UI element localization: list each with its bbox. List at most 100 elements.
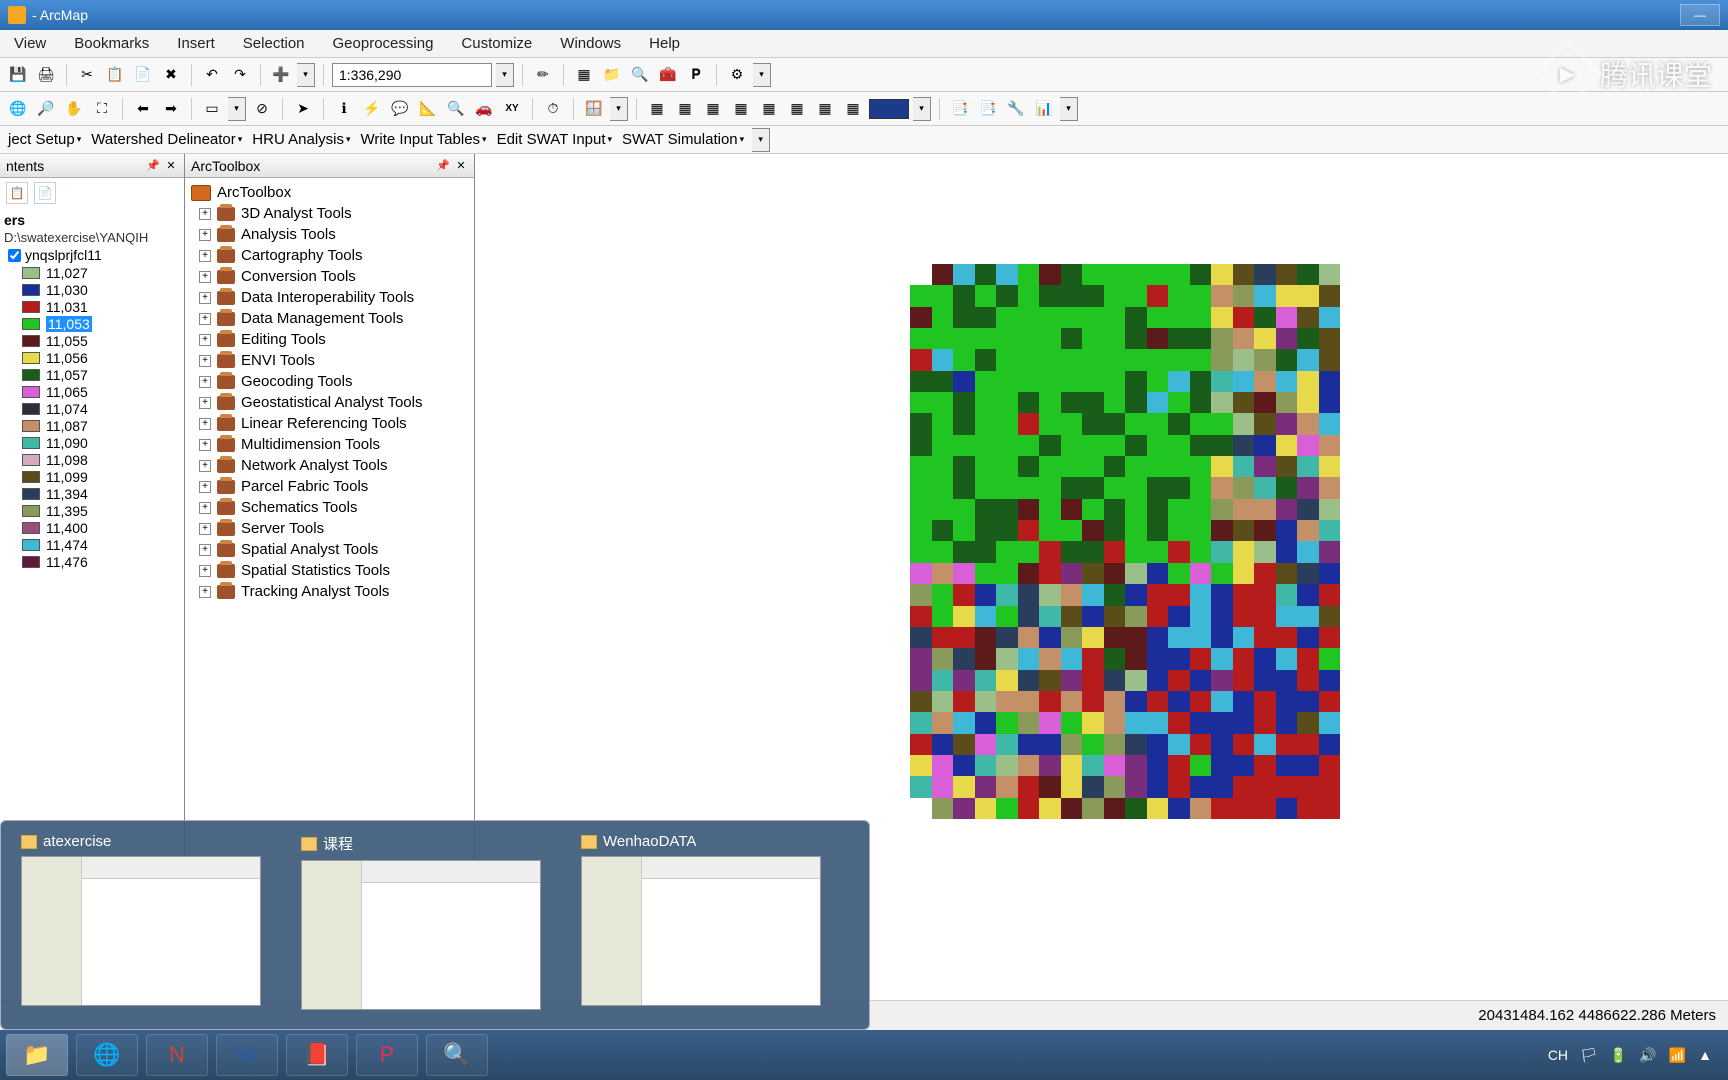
editor-btn-7[interactable]: ▦: [813, 97, 837, 121]
minimize-button[interactable]: —: [1680, 4, 1720, 26]
swat-edit-input[interactable]: Edit SWAT Input▾: [495, 129, 614, 150]
chevron-up-icon[interactable]: ▲: [1698, 1047, 1712, 1063]
toolbox-item[interactable]: +Geostatistical Analyst Tools: [187, 392, 472, 413]
legend-item[interactable]: 11,090: [22, 435, 180, 451]
expand-icon[interactable]: +: [199, 439, 211, 451]
expand-icon[interactable]: +: [199, 355, 211, 367]
legend-item[interactable]: 11,476: [22, 554, 180, 570]
pin-icon[interactable]: 📌: [436, 159, 450, 173]
powerpoint-icon[interactable]: P: [356, 1034, 418, 1076]
legend-item[interactable]: 11,099: [22, 469, 180, 485]
expand-icon[interactable]: +: [199, 334, 211, 346]
expand-icon[interactable]: +: [199, 460, 211, 472]
swat-write-input-tables[interactable]: Write Input Tables▾: [359, 129, 489, 150]
layer-row[interactable]: ynqslprjfcl11: [8, 247, 180, 263]
cut-button[interactable]: [75, 63, 99, 87]
menu-windows[interactable]: Windows: [556, 33, 625, 54]
menu-help[interactable]: Help: [645, 33, 684, 54]
editor-btn-1[interactable]: ▦: [645, 97, 669, 121]
toolbox-item[interactable]: +Spatial Statistics Tools: [187, 560, 472, 581]
model-builder-button[interactable]: ⚙: [725, 63, 749, 87]
toolbox-item[interactable]: +Cartography Tools: [187, 245, 472, 266]
print-button[interactable]: [34, 63, 58, 87]
expand-icon[interactable]: +: [199, 271, 211, 283]
add-data-button[interactable]: [269, 63, 293, 87]
georef-btn-3[interactable]: 🔧: [1004, 97, 1028, 121]
pdf-icon[interactable]: 📕: [286, 1034, 348, 1076]
delete-button[interactable]: [159, 63, 183, 87]
editor-btn-2[interactable]: ▦: [673, 97, 697, 121]
legend-item[interactable]: 11,474: [22, 537, 180, 553]
zoom-in-button[interactable]: [6, 97, 30, 121]
toolbox-item[interactable]: +Data Interoperability Tools: [187, 287, 472, 308]
redo-button[interactable]: [228, 63, 252, 87]
measure-button[interactable]: [416, 97, 440, 121]
expand-icon[interactable]: +: [199, 523, 211, 535]
editor-btn-4[interactable]: ▦: [729, 97, 753, 121]
layers-root[interactable]: ers: [4, 212, 180, 228]
scale-dropdown[interactable]: ▾: [496, 63, 514, 87]
toolbox-item[interactable]: +Server Tools: [187, 518, 472, 539]
legend-item[interactable]: 11,031: [22, 299, 180, 315]
georef-btn-1[interactable]: 📑: [948, 97, 972, 121]
action-center-icon[interactable]: 🏳: [1580, 1047, 1598, 1064]
menu-customize[interactable]: Customize: [457, 33, 536, 54]
expand-icon[interactable]: +: [199, 565, 211, 577]
catalog-button[interactable]: [600, 63, 624, 87]
find-route-button[interactable]: 🚗: [472, 97, 496, 121]
volume-icon[interactable]: 🔊: [1639, 1047, 1656, 1064]
scale-input[interactable]: 1:336,290: [332, 63, 492, 87]
toolbox-item[interactable]: +Geocoding Tools: [187, 371, 472, 392]
onenote-icon[interactable]: N: [146, 1034, 208, 1076]
expand-icon[interactable]: +: [199, 229, 211, 241]
layer-visibility-checkbox[interactable]: [8, 249, 21, 262]
legend-item[interactable]: 11,065: [22, 384, 180, 400]
toolbox-item[interactable]: +Parcel Fabric Tools: [187, 476, 472, 497]
time-slider-button[interactable]: ⏱: [541, 97, 565, 121]
menu-insert[interactable]: Insert: [173, 33, 219, 54]
pin-icon[interactable]: 📌: [146, 159, 160, 173]
georef-dropdown[interactable]: ▾: [1060, 97, 1078, 121]
legend-item[interactable]: 11,394: [22, 486, 180, 502]
close-icon[interactable]: ✕: [454, 159, 468, 173]
legend-item[interactable]: 11,027: [22, 265, 180, 281]
thumb-2[interactable]: 课程: [301, 833, 541, 1017]
georef-btn-4[interactable]: 📊: [1032, 97, 1056, 121]
menu-geoprocessing[interactable]: Geoprocessing: [329, 33, 438, 54]
expand-icon[interactable]: +: [199, 376, 211, 388]
magnifier-icon[interactable]: 🔍: [426, 1034, 488, 1076]
copy-button[interactable]: [103, 63, 127, 87]
editor-btn-3[interactable]: ▦: [701, 97, 725, 121]
expand-icon[interactable]: +: [199, 481, 211, 493]
ie-icon[interactable]: 🌐: [76, 1034, 138, 1076]
thumb-3[interactable]: WenhaoDATA: [581, 833, 821, 1017]
toolbox-item[interactable]: +Data Management Tools: [187, 308, 472, 329]
toolbox-item[interactable]: +Linear Referencing Tools: [187, 413, 472, 434]
menu-bookmarks[interactable]: Bookmarks: [70, 33, 153, 54]
hyperlink-button[interactable]: ⚡: [360, 97, 384, 121]
select-dropdown[interactable]: ▾: [228, 97, 246, 121]
create-viewer-button[interactable]: 🪟: [582, 97, 606, 121]
list-by-source-button[interactable]: 📄: [34, 182, 56, 204]
toolbox-item[interactable]: +3D Analyst Tools: [187, 203, 472, 224]
pan-button[interactable]: [62, 97, 86, 121]
expand-icon[interactable]: +: [199, 292, 211, 304]
toolbox-item[interactable]: +Tracking Analyst Tools: [187, 581, 472, 602]
thumb-1[interactable]: atexercise: [21, 833, 261, 1017]
word-icon[interactable]: W: [216, 1034, 278, 1076]
swat-dropdown[interactable]: ▾: [752, 128, 770, 152]
legend-item[interactable]: 11,395: [22, 503, 180, 519]
find-button[interactable]: [444, 97, 468, 121]
ime-indicator[interactable]: CH: [1548, 1047, 1568, 1063]
layer-name[interactable]: ynqslprjfcl11: [25, 247, 102, 263]
toolbox-item[interactable]: +Editing Tools: [187, 329, 472, 350]
go-to-xy-button[interactable]: [500, 97, 524, 121]
html-popup-button[interactable]: 💬: [388, 97, 412, 121]
legend-item[interactable]: 11,098: [22, 452, 180, 468]
menu-view[interactable]: View: [10, 33, 50, 54]
expand-icon[interactable]: +: [199, 544, 211, 556]
list-by-drawing-button[interactable]: 📋: [6, 182, 28, 204]
save-button[interactable]: [6, 63, 30, 87]
paste-button[interactable]: [131, 63, 155, 87]
explorer-icon[interactable]: 📁: [6, 1034, 68, 1076]
